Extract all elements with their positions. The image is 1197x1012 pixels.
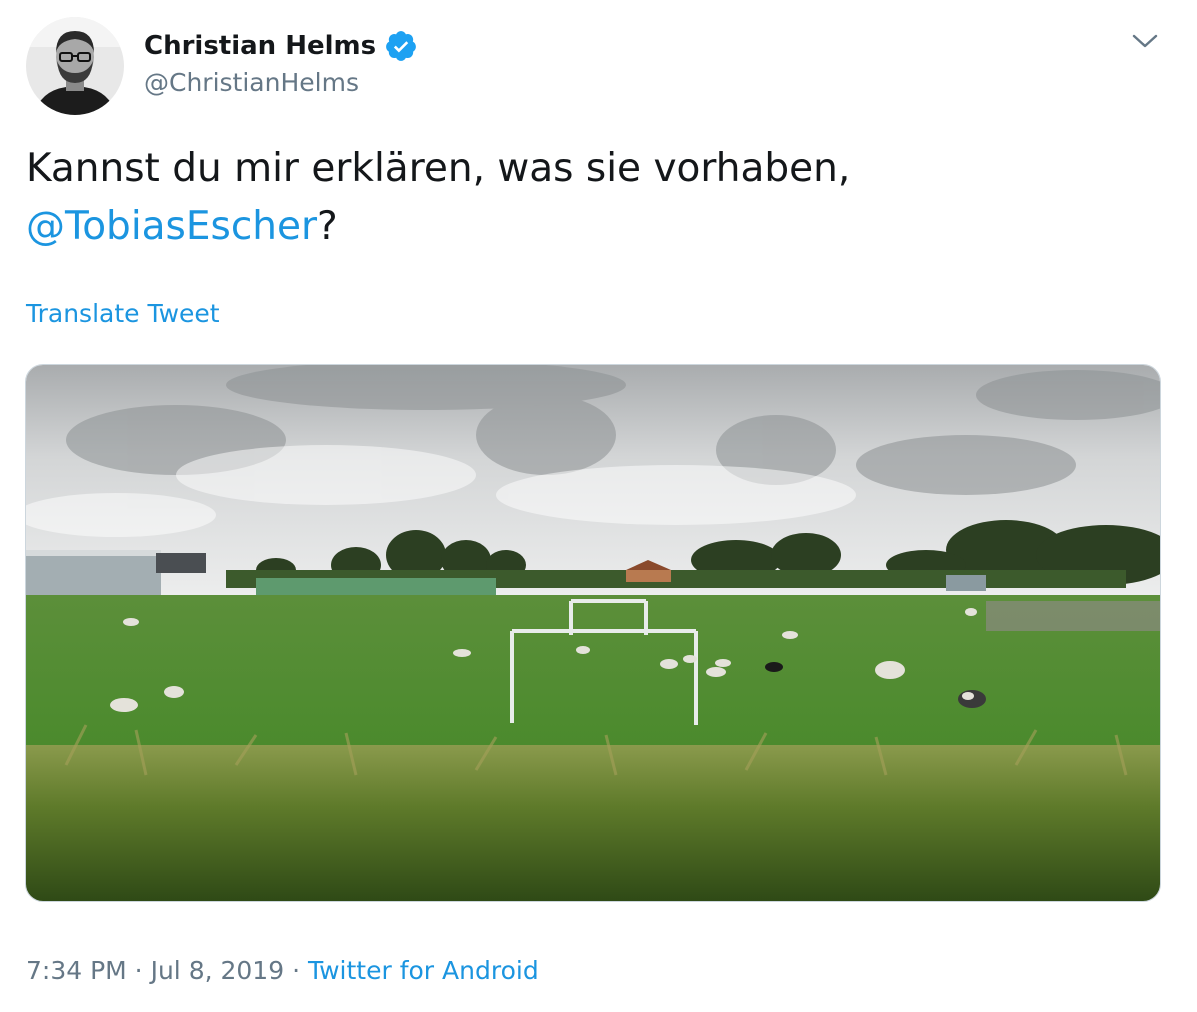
mention-link[interactable]: @TobiasEscher xyxy=(26,204,317,249)
verified-badge-icon xyxy=(384,29,418,63)
meta-separator: · xyxy=(284,956,308,985)
author-handle[interactable]: @ChristianHelms xyxy=(144,68,359,97)
tweet-date[interactable]: Jul 8, 2019 xyxy=(151,956,285,985)
tweet-text: Kannst du mir erklären, was sie vorhaben… xyxy=(26,140,1156,256)
tweet-source-link[interactable]: Twitter for Android xyxy=(308,956,539,985)
translate-tweet-link[interactable]: Translate Tweet xyxy=(26,299,220,328)
author-display-name[interactable]: Christian Helms xyxy=(144,31,376,61)
chevron-down-icon[interactable] xyxy=(1130,30,1160,52)
tweet-meta: 7:34 PM · Jul 8, 2019 · Twitter for Andr… xyxy=(26,956,539,985)
tweet-text-end: ? xyxy=(317,204,338,249)
tweet-time[interactable]: 7:34 PM xyxy=(26,956,127,985)
meta-separator: · xyxy=(126,956,151,985)
tweet-photo[interactable] xyxy=(25,364,1161,902)
tweet-card: Christian Helms @ChristianHelms Kannst d… xyxy=(0,0,1197,1012)
tweet-text-body: Kannst du mir erklären, was sie vorhaben… xyxy=(26,146,851,191)
avatar[interactable] xyxy=(26,17,124,115)
author-name-row[interactable]: Christian Helms xyxy=(144,26,418,66)
